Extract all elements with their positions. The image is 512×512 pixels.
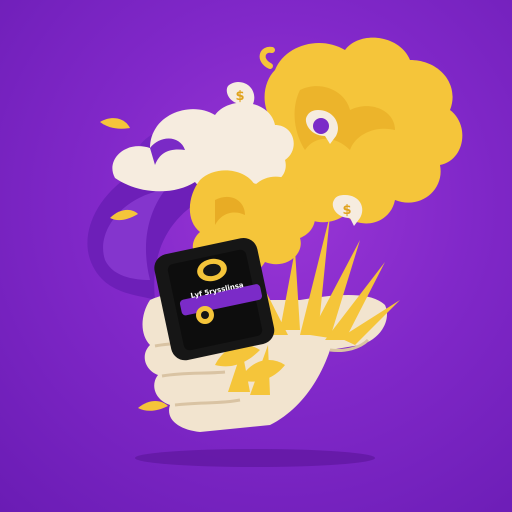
- svg-text:$: $: [342, 203, 351, 218]
- illustration-canvas: Lyf 5rysslinsa $ $: [0, 0, 512, 512]
- phone-icon: Lyf 5rysslinsa: [154, 237, 275, 361]
- leaf: [100, 118, 130, 129]
- svg-text:$: $: [235, 89, 244, 104]
- leaf: [138, 401, 168, 411]
- illustration-svg: Lyf 5rysslinsa $ $: [87, 37, 463, 467]
- ground-shadow: [135, 449, 375, 467]
